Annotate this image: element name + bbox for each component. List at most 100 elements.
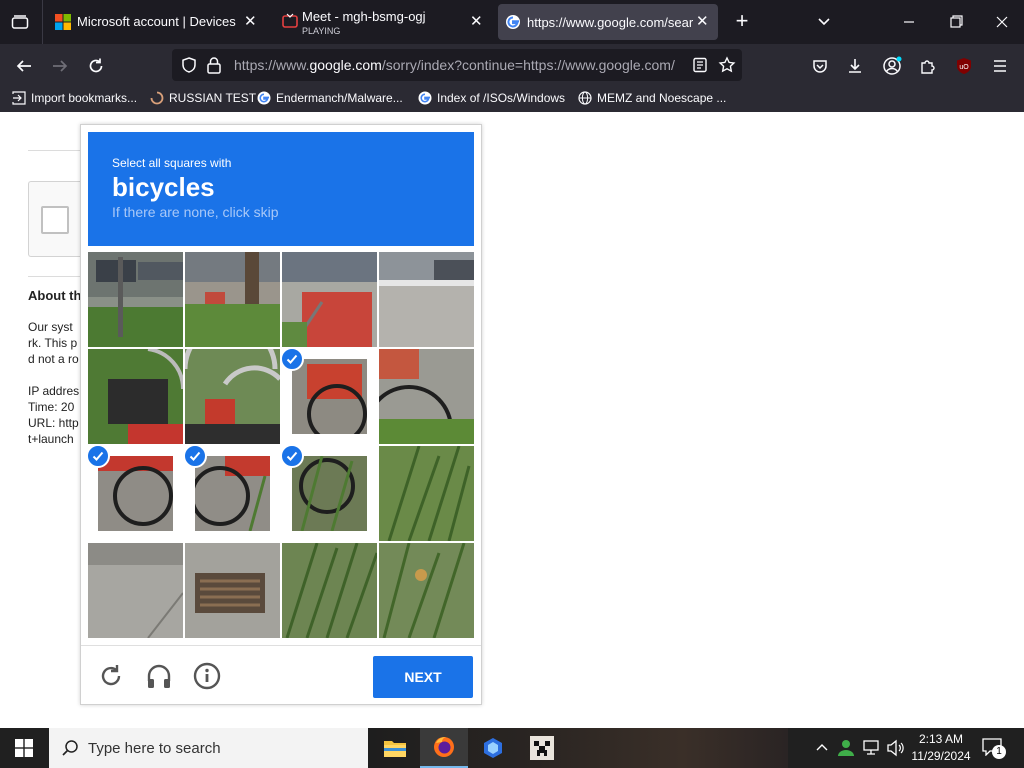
captcha-tile[interactable] <box>379 446 474 541</box>
meet-icon <box>282 13 298 28</box>
next-button[interactable]: NEXT <box>373 656 473 698</box>
account-button[interactable] <box>878 52 906 80</box>
tile-image <box>98 456 173 531</box>
lock-icon <box>207 57 221 74</box>
tab-title: https://www.google.com/searc <box>527 15 693 30</box>
network-icon <box>863 740 879 755</box>
tab-list-button[interactable] <box>8 11 32 33</box>
extensions-button[interactable] <box>914 52 942 80</box>
captcha-tile[interactable] <box>282 252 377 347</box>
captcha-tile[interactable] <box>379 252 474 347</box>
tab-title: Meet - mgh-bsmg-ogj <box>302 9 426 24</box>
tab-google-search[interactable]: https://www.google.com/searc ✕ <box>498 4 718 40</box>
clock-time: 2:13 AM <box>918 732 964 746</box>
tab-microsoft-account[interactable]: Microsoft account | Devices ✕ <box>44 0 270 44</box>
notification-badge: 1 <box>992 745 1006 759</box>
svg-text:uO: uO <box>959 64 969 71</box>
forward-button[interactable] <box>46 52 74 80</box>
reload-button[interactable] <box>82 52 110 80</box>
firefox-icon <box>434 736 454 757</box>
tile-image <box>185 543 280 638</box>
ublock-origin-icon: uO <box>957 58 971 74</box>
captcha-tile[interactable] <box>379 349 474 444</box>
audio-challenge-button[interactable] <box>144 661 174 691</box>
downloads-button[interactable] <box>841 52 869 80</box>
close-tab-icon[interactable]: ✕ <box>244 12 257 30</box>
taskbar-minecraft[interactable] <box>518 728 566 768</box>
back-button[interactable] <box>10 52 38 80</box>
captcha-tile-selected[interactable] <box>282 349 377 444</box>
recaptcha-checkbox[interactable] <box>41 206 69 234</box>
bookmark-endermanch[interactable]: Endermanch/Malware... <box>257 91 403 105</box>
close-tab-icon[interactable]: ✕ <box>470 12 483 30</box>
captcha-tile[interactable] <box>185 349 280 444</box>
close-window-button[interactable] <box>988 12 1016 32</box>
google-icon <box>506 15 520 29</box>
minimize-button[interactable] <box>895 12 923 32</box>
captcha-tile[interactable] <box>282 543 377 638</box>
bookmark-label: Endermanch/Malware... <box>276 91 403 105</box>
app-menu-button[interactable] <box>986 52 1014 80</box>
shield-icon <box>182 57 196 73</box>
page-text-line: URL: http <box>28 416 79 430</box>
people-icon <box>838 740 854 756</box>
captcha-tile[interactable] <box>88 349 183 444</box>
captcha-tile-selected[interactable] <box>88 446 183 541</box>
list-all-tabs-button[interactable] <box>814 12 838 32</box>
tile-image <box>185 252 280 347</box>
captcha-tile[interactable] <box>185 252 280 347</box>
help-button[interactable] <box>192 661 222 691</box>
taskbar-firefox[interactable] <box>420 728 468 768</box>
url-text[interactable]: https://www.google.com/sorry/index?conti… <box>234 57 682 73</box>
captcha-tile[interactable] <box>88 543 183 638</box>
recaptcha-challenge: Select all squares with bicycles If ther… <box>80 124 482 705</box>
tab-bar: Microsoft account | Devices ✕ Meet - mgh… <box>0 0 1024 44</box>
notification-center-button[interactable]: 1 <box>982 738 1008 760</box>
bookmark-star-icon[interactable] <box>718 56 736 74</box>
tile-image <box>185 349 280 444</box>
navigation-toolbar: https://www.google.com/sorry/index?conti… <box>0 44 1024 86</box>
captcha-tile[interactable] <box>379 543 474 638</box>
bookmark-import[interactable]: Import bookmarks... <box>12 91 137 105</box>
captcha-tile-selected[interactable] <box>185 446 280 541</box>
taskbar-search-box[interactable]: Type here to search <box>49 728 368 768</box>
bookmark-russian-test[interactable]: RUSSIAN TEST <box>150 91 256 105</box>
challenge-footer: NEXT <box>81 645 481 705</box>
url-path: /sorry/index?continue=https://www.google… <box>381 57 675 73</box>
tile-image <box>379 446 474 541</box>
ublock-button[interactable]: uO <box>950 52 978 80</box>
tray-people[interactable] <box>836 738 856 758</box>
bookmark-isos[interactable]: Index of /ISOs/Windows <box>418 91 565 105</box>
tray-network[interactable] <box>862 739 882 757</box>
reload-challenge-button[interactable] <box>97 662 125 690</box>
tile-image <box>379 543 474 638</box>
reload-icon <box>89 58 103 73</box>
new-tab-button[interactable]: + <box>730 10 754 34</box>
reader-view-icon[interactable] <box>692 57 708 73</box>
puzzle-icon <box>921 60 935 74</box>
page-content: About th Our syst rk. This p d not a ro … <box>0 112 1024 728</box>
divider <box>28 150 88 151</box>
page-text-line: d not a ro <box>28 352 79 366</box>
close-icon <box>996 16 1008 28</box>
show-hidden-icons-button[interactable] <box>814 740 830 756</box>
tray-volume[interactable] <box>886 739 906 757</box>
tile-image <box>282 543 377 638</box>
pocket-button[interactable] <box>806 52 834 80</box>
close-tab-icon[interactable]: ✕ <box>696 12 709 30</box>
start-button[interactable] <box>0 728 48 768</box>
speaker-icon <box>887 739 904 757</box>
captcha-tile[interactable] <box>185 543 280 638</box>
spinner-icon <box>150 91 164 105</box>
challenge-header: Select all squares with bicycles If ther… <box>88 132 474 246</box>
captcha-tile-selected[interactable] <box>282 446 377 541</box>
bookmark-memz[interactable]: MEMZ and Noescape ... <box>578 91 726 105</box>
captcha-tile[interactable] <box>88 252 183 347</box>
info-icon <box>193 662 221 690</box>
taskbar-file-explorer[interactable] <box>371 728 419 768</box>
tab-meet[interactable]: Meet - mgh-bsmg-ogj PLAYING ✕ <box>274 0 494 44</box>
address-bar[interactable]: https://www.google.com/sorry/index?conti… <box>172 49 742 81</box>
taskbar-clock[interactable]: 2:13 AM 11/29/2024 <box>908 731 974 765</box>
taskbar-copilot[interactable] <box>469 728 517 768</box>
restore-button[interactable] <box>942 12 970 32</box>
